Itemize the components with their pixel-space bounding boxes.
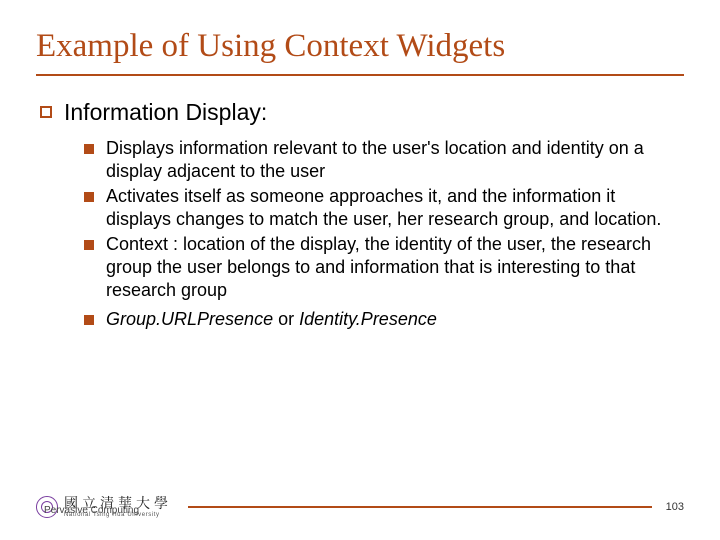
title-underline [36, 74, 684, 76]
footer-rule [188, 506, 652, 508]
level1-item: Information Display: [40, 98, 684, 127]
level2-text-mixed: Group.URLPresence or Identity.Presence [106, 308, 437, 331]
square-bullet-icon [84, 144, 94, 154]
footer-label: Pervasive Computing [44, 505, 139, 516]
level2-item: Displays information relevant to the use… [84, 137, 674, 183]
slide: Example of Using Context Widgets Informa… [0, 0, 720, 540]
square-bullet-icon [84, 315, 94, 325]
italic-term: Group.URLPresence [106, 309, 273, 329]
slide-body: Information Display: Displays informatio… [36, 98, 684, 331]
plain-span: or [273, 309, 299, 329]
italic-term: Identity.Presence [299, 309, 437, 329]
level2-item: Group.URLPresence or Identity.Presence [84, 308, 674, 331]
level2-list: Displays information relevant to the use… [40, 137, 684, 331]
slide-title: Example of Using Context Widgets [36, 28, 684, 72]
level2-text: Context : location of the display, the i… [106, 233, 674, 302]
page-number: 103 [666, 501, 684, 513]
slide-footer: 國立清華大學 National Tsing Hua University Per… [36, 496, 684, 518]
square-bullet-icon [84, 240, 94, 250]
level2-item: Activates itself as someone approaches i… [84, 185, 674, 231]
level2-text: Displays information relevant to the use… [106, 137, 674, 183]
level2-item: Context : location of the display, the i… [84, 233, 674, 302]
square-outline-bullet-icon [40, 106, 52, 118]
level1-text: Information Display: [64, 98, 267, 127]
level2-text: Activates itself as someone approaches i… [106, 185, 674, 231]
square-bullet-icon [84, 192, 94, 202]
